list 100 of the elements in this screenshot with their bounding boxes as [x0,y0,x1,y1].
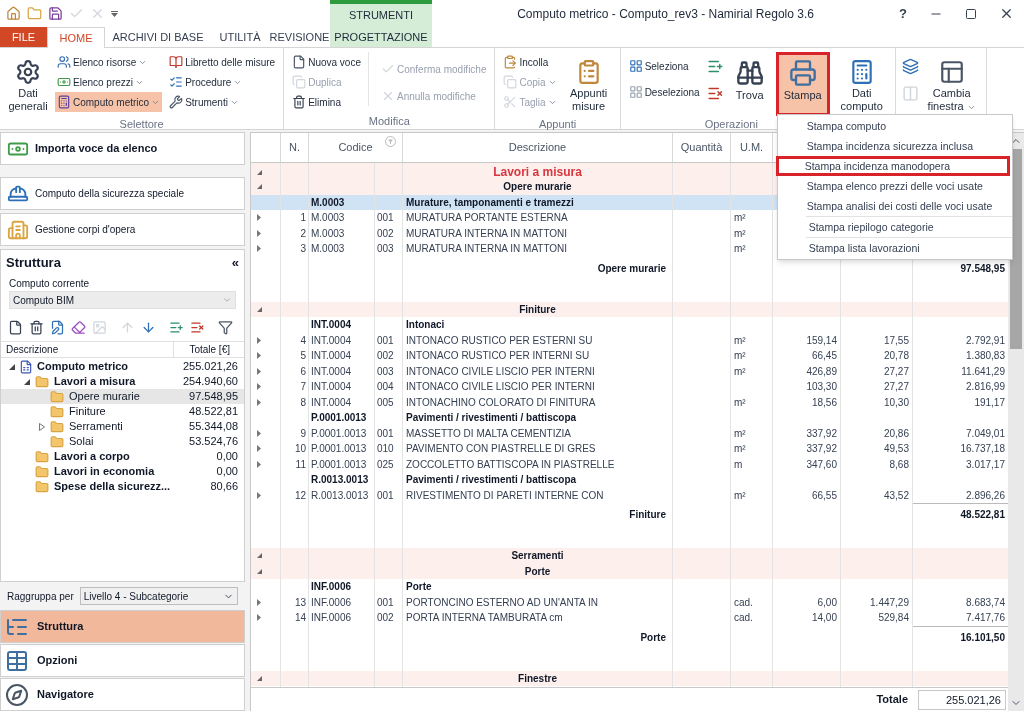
ribbon-button[interactable]: Elenco risorse [55,52,163,72]
ribbon-tab[interactable]: UTILITÀ [211,27,269,47]
expand-arrow-icon[interactable] [257,398,261,406]
collapse-arrow-icon[interactable] [257,675,262,681]
expand-arrow-icon[interactable] [257,491,261,499]
menu-item[interactable]: Stampa analisi dei costi delle voci usate [777,196,1012,216]
expand-arrow-icon[interactable] [257,429,261,437]
folder-icon [34,479,50,494]
collapse-arrow-icon[interactable] [257,306,262,312]
ribbon-tab[interactable]: REVISIONE [269,27,330,47]
table-cell-text: m [733,457,743,472]
tree-row[interactable]: Spese della sicurezz... 80,66 [1,479,244,494]
tree-row[interactable]: Solai 53.524,76 [1,434,244,449]
tree-row[interactable]: Serramenti 55.344,08 [1,419,244,434]
ribbon-large-button[interactable]: Dati computo [834,52,889,116]
table-cell-text: m² [733,488,746,503]
tree-row[interactable]: Lavori a corpo 0,00 [1,449,244,464]
ribbon-large-button[interactable]: Stampa [775,52,830,116]
action-button[interactable]: Computo della sicurezza speciale [0,177,245,210]
filter-icon[interactable] [218,319,233,335]
expand-arrow-icon[interactable] [257,598,261,606]
folder-icon[interactable] [27,6,42,21]
ribbon-tab[interactable]: HOME [47,27,105,48]
ribbon-button[interactable]: Deseleziona [626,82,702,102]
ribbon-large-button[interactable]: Trova [728,52,771,116]
column-header[interactable]: Quantità [680,139,723,156]
ribbon-button[interactable]: Seleziona [626,56,702,76]
ribbon-tab[interactable]: FILE [0,27,47,47]
expand-arrow-icon[interactable] [39,422,45,431]
action-button[interactable]: Gestione corpi d'opera [0,213,245,246]
table-cell-text: 002 [376,226,394,241]
ribbon-button[interactable]: Procedure [167,72,278,92]
edit-icon[interactable] [50,319,65,335]
nav-button[interactable]: Opzioni [0,644,245,677]
collapse-arrow-icon[interactable] [257,568,262,574]
dropdown-field[interactable]: Computo BIM [9,291,236,309]
ribbon-button[interactable]: Libretto delle misure [167,52,278,72]
file-icon[interactable] [8,319,23,335]
trash-icon[interactable] [29,319,44,335]
maximize-icon[interactable] [965,7,977,20]
save-icon[interactable] [48,6,63,21]
ribbon-large-button[interactable]: Appunti misure [563,52,614,116]
list-add-icon[interactable] [169,319,184,335]
list-remove-icon[interactable] [706,85,724,102]
eraser-icon[interactable] [71,319,86,335]
nav-button[interactable]: Navigatore [0,678,245,711]
ribbon-large-button[interactable]: Dati generali [6,52,50,116]
menu-item[interactable]: Stampa incidenza manodopera [775,156,1010,176]
expand-arrow-icon[interactable] [257,214,261,222]
menu-item[interactable]: Stampa incidenza sicurezza inclusa [777,136,1012,156]
collapse-arrow-icon[interactable] [9,363,15,370]
expand-arrow-icon[interactable] [257,383,261,391]
ribbon-button[interactable]: Strumenti [167,92,278,112]
list-remove-icon[interactable] [190,319,205,335]
help-button[interactable]: ? [899,3,907,24]
menu-item[interactable]: Stampa lista lavorazioni [805,238,1012,258]
expand-arrow-icon[interactable] [257,445,261,453]
expand-arrow-icon[interactable] [257,460,261,468]
expand-arrow-icon[interactable] [257,229,261,237]
expand-arrow-icon[interactable] [257,367,261,375]
column-header[interactable]: N. [289,139,300,156]
action-button[interactable]: Importa voce da elenco [0,132,245,165]
tree-row[interactable]: Computo metrico 255.021,26 [1,359,244,374]
tree-row[interactable]: Opere murarie 97.548,95 [1,389,244,404]
ribbon-button[interactable]: Nuova voce [290,52,363,72]
ribbon-button[interactable]: Incolla [501,52,559,72]
ribbon-tab[interactable]: ARCHIVI DI BASE [105,27,211,47]
ribbon-button[interactable]: Elenco prezzi [55,72,163,92]
collapse-arrow-icon[interactable] [257,169,262,175]
ribbon-button[interactable]: Elimina [290,92,363,112]
expand-arrow-icon[interactable] [257,352,261,360]
nav-button[interactable]: Struttura [0,610,245,643]
windows-icon[interactable] [901,58,919,75]
ribbon-tab[interactable]: PROGETTAZIONE [330,27,432,47]
tree-row[interactable]: Lavori a misura 254.940,60 [1,374,244,389]
collapse-button[interactable]: « [231,253,239,273]
collapse-arrow-icon[interactable] [24,378,30,385]
ribbon-large-button[interactable]: Cambia finestra [923,52,980,116]
column-header[interactable]: U.M. [739,139,764,156]
customize-arrow-icon[interactable] [111,10,118,17]
column-header[interactable]: Descrizione [508,139,567,156]
tree-row[interactable]: Lavori in economia 0,00 [1,464,244,479]
column-header[interactable]: Codice [338,139,373,156]
menu-item[interactable]: Stampa riepilogo categorie [805,217,1012,237]
table-cell-text: 20,78 [882,349,910,364]
menu-item[interactable]: Stampa computo [777,116,1012,136]
paste-icon [503,55,518,69]
expand-arrow-icon[interactable] [257,336,261,344]
tree-row[interactable]: Finiture 48.522,81 [1,404,244,419]
dropdown-field[interactable]: Livello 4 - Subcategorie [79,587,238,605]
collapse-arrow-icon[interactable] [257,553,262,559]
expand-arrow-icon[interactable] [257,614,261,622]
close-icon[interactable] [999,6,1014,21]
collapse-arrow-icon[interactable] [257,184,262,190]
down-arrow-icon[interactable] [141,319,156,335]
list-add-icon[interactable] [706,58,724,75]
menu-item[interactable]: Stampa elenco prezzi delle voci usate [777,176,1012,196]
ribbon-button[interactable]: Computo metrico [55,92,163,112]
expand-arrow-icon[interactable] [257,245,261,253]
home-icon[interactable] [6,6,21,21]
